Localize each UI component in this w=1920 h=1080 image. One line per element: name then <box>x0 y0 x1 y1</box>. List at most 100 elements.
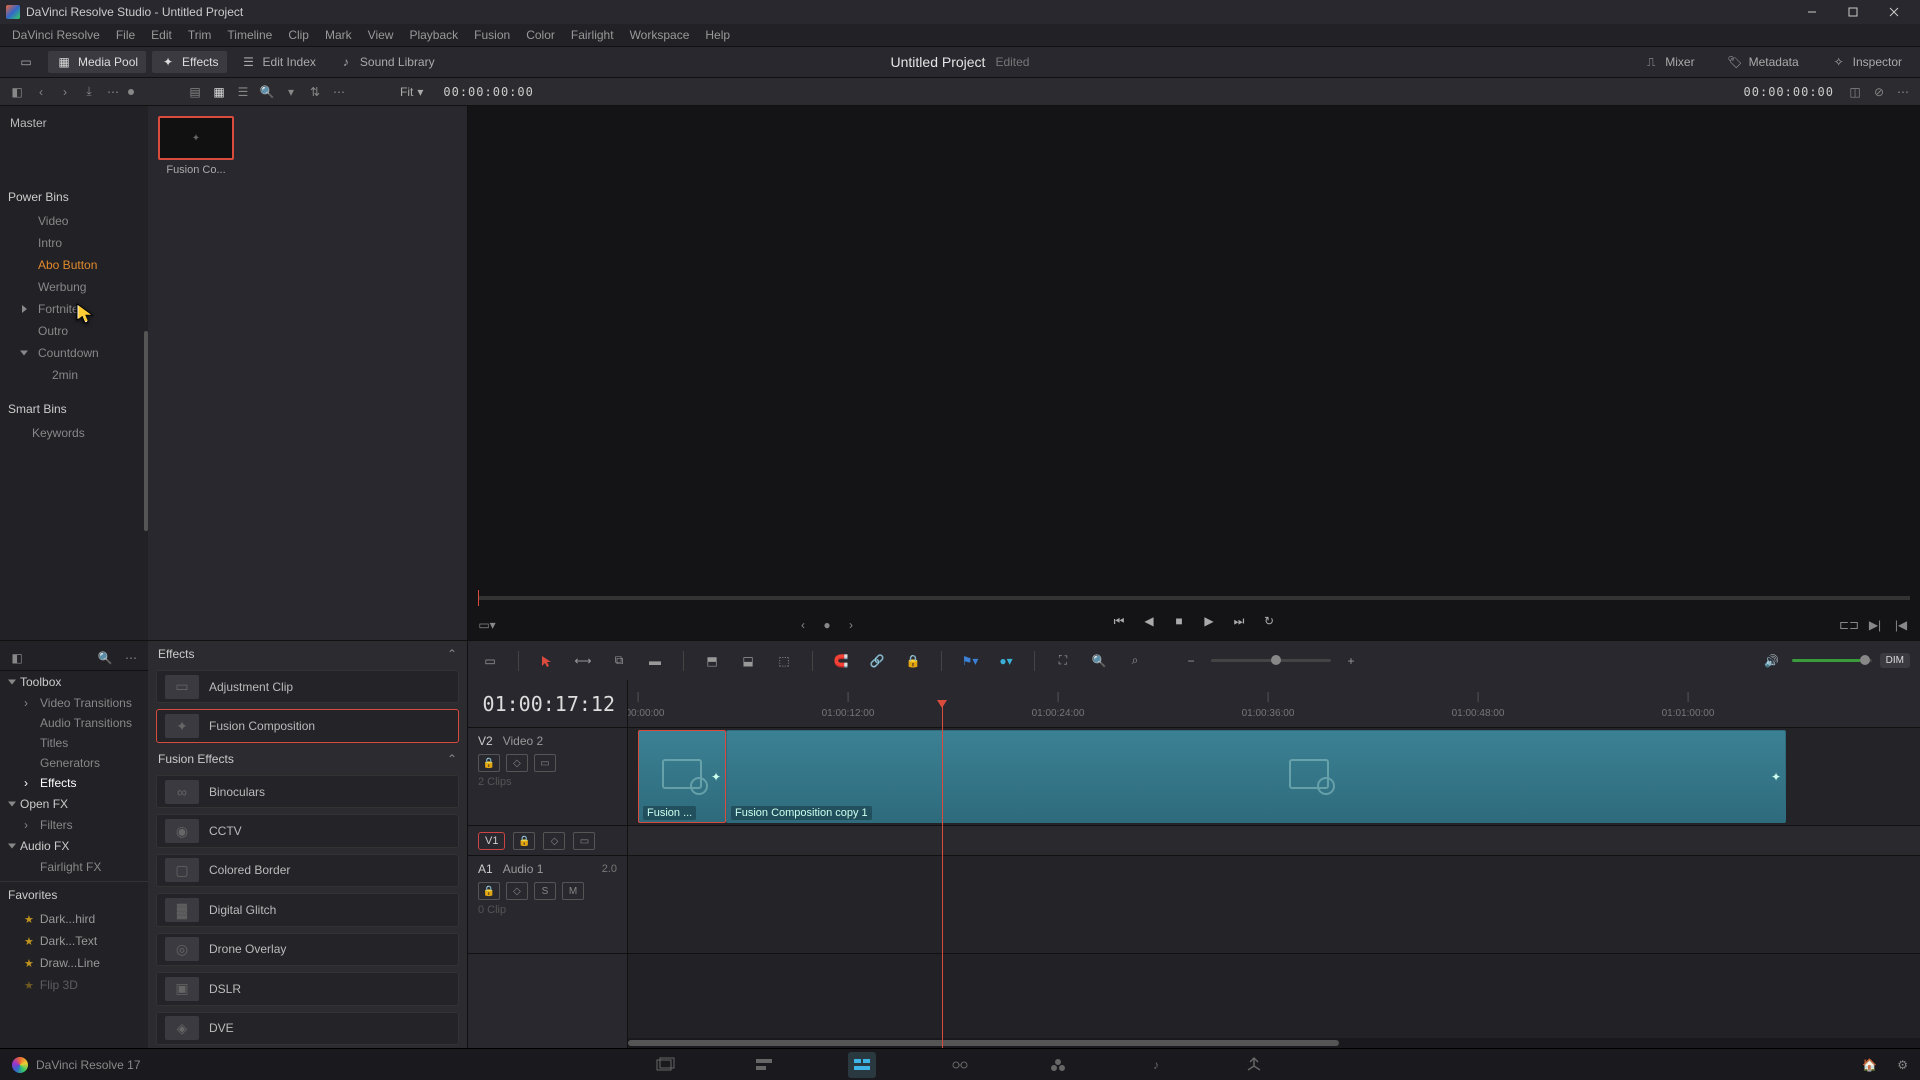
timeline-track-v2[interactable]: Fusion ... ✦ Fusion Composition copy 1 ✦ <box>628 728 1920 826</box>
media-pool-thumbnails[interactable]: ✦ Fusion Co... <box>148 106 467 640</box>
sidebar-toggle-icon[interactable]: ◧ <box>8 83 26 101</box>
menu-view[interactable]: View <box>360 26 402 44</box>
viewer-zoom-dropdown[interactable]: Fit ▾ <box>394 83 429 101</box>
menu-timeline[interactable]: Timeline <box>219 26 280 44</box>
timeline-viewer[interactable]: ▭▾ ‹ ● › ⏮ ◀ ■ ▶ ⏭ ↻ ⊏⊐ ▶| |◀ <box>468 106 1920 640</box>
fx-fav-3[interactable]: ★Flip 3D <box>0 974 148 996</box>
page-deliver-icon[interactable] <box>1240 1052 1268 1078</box>
fx-fav-1[interactable]: ★Dark...Text <box>0 930 148 952</box>
timeline-track-a1[interactable] <box>628 856 1920 954</box>
bin-countdown-2min[interactable]: 2min <box>0 364 148 386</box>
fx-cat-effects[interactable]: Effects⌃ <box>148 641 467 667</box>
menu-mark[interactable]: Mark <box>317 26 360 44</box>
menu-playback[interactable]: Playback <box>401 26 466 44</box>
media-pool-toggle[interactable]: ▦ Media Pool <box>48 51 146 73</box>
track-arm-a1-icon[interactable]: ◇ <box>506 882 528 900</box>
inspector-toggle[interactable]: ✧ Inspector <box>1823 51 1910 73</box>
viewer-playhead[interactable] <box>478 590 479 606</box>
track-disable-v2-icon[interactable]: ▭ <box>534 754 556 772</box>
track-solo-a1[interactable]: S <box>534 882 556 900</box>
effects-toggle[interactable]: ✦ Effects <box>152 51 226 73</box>
fx-toolbox[interactable]: Toolbox <box>0 671 148 693</box>
volume-slider[interactable] <box>1792 659 1872 662</box>
sound-library-toggle[interactable]: ♪ Sound Library <box>330 51 443 73</box>
timeline-track-v1[interactable] <box>628 826 1920 856</box>
viewer-timecode[interactable]: 00:00:00:00 <box>437 85 539 99</box>
timeline-tracks-area[interactable]: 01:00:00:00 01:00:12:00 01:00:24:00 01:0… <box>628 680 1920 1048</box>
in-out-icon[interactable]: ⊏⊐ <box>1840 616 1858 634</box>
track-auto-v2-icon[interactable]: ◇ <box>506 754 528 772</box>
clip-fusion-composition[interactable]: ✦ Fusion Co... <box>158 116 234 176</box>
metadata-toggle[interactable]: 🏷 Metadata <box>1719 51 1807 73</box>
list-view-icon[interactable]: ☰ <box>234 83 252 101</box>
blade-tool-icon[interactable]: ▬ <box>643 649 667 673</box>
page-media-icon[interactable] <box>652 1052 680 1078</box>
collapse-icon[interactable]: ⌃ <box>447 647 457 661</box>
nav-fwd-icon[interactable]: › <box>56 83 74 101</box>
jump-start-icon[interactable]: ⏮ <box>1109 611 1129 631</box>
bin-fortnite[interactable]: Fortnite <box>0 298 148 320</box>
fx-favorites-header[interactable]: Favorites <box>0 881 148 908</box>
overwrite-clip-icon[interactable]: ⬓ <box>736 649 760 673</box>
nav-back-icon[interactable]: ‹ <box>32 83 50 101</box>
bin-intro[interactable]: Intro <box>0 232 148 254</box>
zoom-to-fit-icon[interactable]: ⛶ <box>1051 649 1075 673</box>
menu-trim[interactable]: Trim <box>180 26 220 44</box>
page-fusion-icon[interactable] <box>946 1052 974 1078</box>
fx-colored-border[interactable]: ▢Colored Border <box>156 854 459 887</box>
fx-drone-overlay[interactable]: ◎Drone Overlay <box>156 933 459 966</box>
timeline-view-options-icon[interactable]: ▭ <box>478 649 502 673</box>
viewer-timecode-right[interactable]: 00:00:00:00 <box>1738 85 1840 99</box>
menu-help[interactable]: Help <box>697 26 738 44</box>
dynamic-trim-icon[interactable]: ⧉ <box>607 649 631 673</box>
detail-zoom-icon[interactable]: 🔍 <box>1087 649 1111 673</box>
page-edit-icon[interactable] <box>848 1052 876 1078</box>
import-icon[interactable]: ⤓ <box>80 83 98 101</box>
menu-clip[interactable]: Clip <box>280 26 317 44</box>
snap-icon[interactable]: 🧲 <box>829 649 853 673</box>
fx-effects[interactable]: ›Effects <box>0 773 148 793</box>
timeline-playhead[interactable] <box>942 700 943 1048</box>
lock-icon[interactable]: 🔒 <box>901 649 925 673</box>
pool-menu-icon[interactable]: ⋯ <box>330 83 348 101</box>
fx-dslr[interactable]: ▣DSLR <box>156 972 459 1005</box>
bin-outro[interactable]: Outro <box>0 320 148 342</box>
fx-generators[interactable]: Generators <box>0 753 148 773</box>
menu-file[interactable]: File <box>108 26 143 44</box>
menu-color[interactable]: Color <box>518 26 563 44</box>
fx-menu-icon[interactable]: ⋯ <box>122 649 140 667</box>
fx-cctv[interactable]: ◉CCTV <box>156 814 459 847</box>
bypass-icon[interactable]: ⊘ <box>1870 83 1888 101</box>
thumb-view-icon[interactable]: ▤ <box>186 83 204 101</box>
fx-adjustment-clip[interactable]: ▭ Adjustment Clip <box>156 670 459 703</box>
track-lock-v1-icon[interactable]: 🔒 <box>513 832 535 850</box>
dim-button[interactable]: DIM <box>1880 653 1910 668</box>
fx-sidebar-toggle-icon[interactable]: ◧ <box>8 649 26 667</box>
fx-filters[interactable]: ›Filters <box>0 815 148 835</box>
viewer-menu-icon[interactable]: ⋯ <box>1894 83 1912 101</box>
goto-out-icon[interactable]: |◀ <box>1892 616 1910 634</box>
fx-dve[interactable]: ◈DVE <box>156 1012 459 1045</box>
fx-audiofx[interactable]: Audio FX <box>0 835 148 857</box>
maximize-button[interactable] <box>1833 1 1873 23</box>
fx-openfx[interactable]: Open FX <box>0 793 148 815</box>
page-fairlight-icon[interactable]: ♪ <box>1142 1052 1170 1078</box>
smart-bins-header[interactable]: Smart Bins <box>0 396 148 422</box>
step-back-icon[interactable]: ◀ <box>1139 611 1159 631</box>
fx-fav-0[interactable]: ★Dark...hird <box>0 908 148 930</box>
track-header-v2[interactable]: V2 Video 2 🔒 ◇ ▭ 2 Clips <box>468 728 627 826</box>
clip-fusion-1[interactable]: Fusion ... ✦ <box>638 730 726 823</box>
sort-icon[interactable]: ⇅ <box>306 83 324 101</box>
track-disable-v1-icon[interactable]: ▭ <box>573 832 595 850</box>
menu-davinci[interactable]: DaVinci Resolve <box>4 26 108 44</box>
bin-video[interactable]: Video <box>0 210 148 232</box>
home-icon[interactable]: 🏠 <box>1862 1058 1877 1072</box>
minimize-button[interactable] <box>1792 1 1832 23</box>
replace-clip-icon[interactable]: ⬚ <box>772 649 796 673</box>
track-lock-a1-icon[interactable]: 🔒 <box>478 882 500 900</box>
bin-master[interactable]: Master <box>0 112 148 134</box>
fx-fav-2[interactable]: ★Draw...Line <box>0 952 148 974</box>
close-button[interactable] <box>1874 1 1914 23</box>
goto-in-icon[interactable]: ▶| <box>1866 616 1884 634</box>
menu-fairlight[interactable]: Fairlight <box>563 26 622 44</box>
